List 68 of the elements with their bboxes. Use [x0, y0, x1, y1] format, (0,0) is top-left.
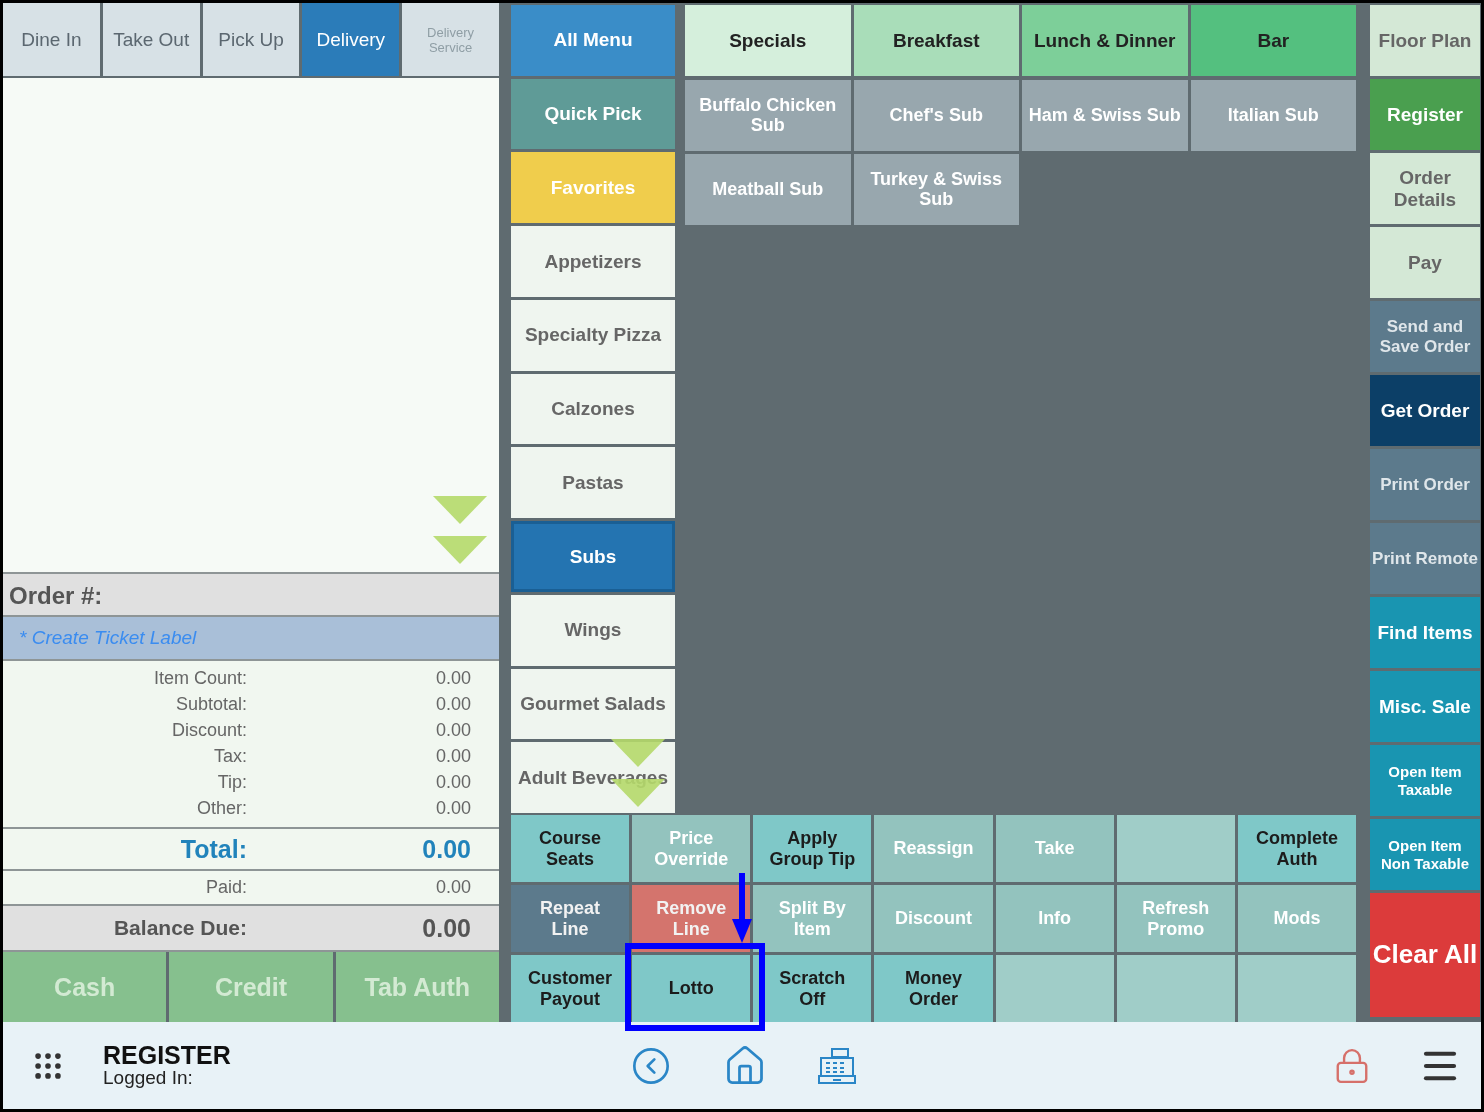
balance-value: 0.00: [422, 913, 471, 943]
side-button[interactable]: Clear All: [1370, 893, 1480, 1017]
side-button[interactable]: Find Items: [1370, 597, 1480, 668]
category-button[interactable]: Calzones: [511, 373, 675, 445]
category-button[interactable]: All Menu: [511, 5, 675, 76]
paid-value: 0.00: [435, 877, 471, 898]
annotation-arrow: [732, 873, 752, 943]
action-button[interactable]: Repeat Line: [511, 885, 630, 952]
side-button[interactable]: Order Details: [1370, 153, 1480, 224]
summary-label: Subtotal:: [175, 693, 247, 715]
action-button[interactable]: Money Order: [874, 955, 993, 1022]
order-type-tab[interactable]: Take Out: [102, 3, 200, 76]
summary-value: 0.00: [435, 797, 471, 819]
action-button[interactable]: Course Seats: [511, 815, 630, 882]
summary-value: 0.00: [435, 667, 471, 689]
screen-title: REGISTER: [103, 1042, 231, 1068]
action-button[interactable]: Apply Group Tip: [753, 815, 872, 882]
logged-in-label: Logged In:: [103, 1067, 194, 1089]
summary-label: Other:: [196, 797, 247, 819]
category-button[interactable]: Wings: [511, 594, 675, 666]
summary-label: Tip:: [217, 771, 247, 793]
scroll-down-icon: [433, 496, 487, 564]
cash-register-icon[interactable]: [816, 1045, 857, 1086]
side-button[interactable]: Open Item Non Taxable: [1370, 819, 1480, 890]
menu-group-tab[interactable]: Bar: [1190, 5, 1356, 76]
side-button[interactable]: Pay: [1370, 227, 1480, 298]
menu-item-button[interactable]: Meatball Sub: [685, 154, 851, 225]
total-label: Total:: [180, 834, 247, 864]
menu-item-button[interactable]: Ham & Swiss Sub: [1022, 80, 1188, 151]
summary-value: 0.00: [435, 771, 471, 793]
category-button[interactable]: Gourmet Salads: [511, 668, 675, 740]
category-button[interactable]: Pastas: [511, 447, 675, 519]
category-button[interactable]: Appetizers: [511, 226, 675, 297]
side-button[interactable]: Open Item Taxable: [1370, 745, 1480, 816]
menu-item-button[interactable]: Italian Sub: [1190, 80, 1356, 151]
balance-label: Balance Due:: [113, 916, 247, 940]
order-type-tab[interactable]: Dine In: [3, 3, 100, 76]
action-button[interactable]: Complete Auth: [1237, 815, 1356, 882]
menu-group-tab[interactable]: Lunch & Dinner: [1022, 5, 1188, 76]
side-button[interactable]: Floor Plan: [1370, 5, 1480, 76]
summary-value: 0.00: [435, 719, 471, 741]
summary-value: 0.00: [435, 745, 471, 767]
total-value: 0.00: [422, 834, 471, 864]
side-button[interactable]: Misc. Sale: [1370, 671, 1480, 742]
menu-item-button[interactable]: Turkey & Swiss Sub: [853, 154, 1019, 225]
category-button[interactable]: Specialty Pizza: [511, 299, 675, 371]
menu-group-tab[interactable]: Specials: [685, 5, 851, 76]
action-button[interactable]: Lotto: [632, 955, 751, 1022]
side-button[interactable]: Get Order: [1370, 375, 1480, 446]
order-type-tab[interactable]: Pick Up: [202, 3, 300, 76]
back-icon[interactable]: [630, 1045, 671, 1086]
paid-label: Paid:: [205, 877, 247, 898]
action-button[interactable]: Scratch Off: [753, 955, 872, 1022]
summary-label: Tax:: [214, 745, 247, 767]
side-button[interactable]: Register: [1370, 79, 1480, 150]
summary-value: 0.00: [435, 693, 471, 715]
side-button[interactable]: Print Order: [1370, 449, 1480, 520]
summary-label: Discount:: [171, 719, 247, 741]
menu-item-button[interactable]: Chef's Sub: [853, 80, 1019, 151]
summary-label: Item Count:: [153, 667, 247, 689]
menu-group-tab[interactable]: Breakfast: [853, 5, 1019, 76]
side-button[interactable]: Print Remote: [1370, 523, 1480, 594]
category-button[interactable]: Quick Pick: [511, 78, 675, 150]
order-number-label: Order #:: [3, 572, 499, 617]
category-button[interactable]: Subs: [511, 521, 675, 592]
menu-item-button[interactable]: Buffalo Chicken Sub: [685, 80, 851, 151]
side-button[interactable]: Send and Save Order: [1370, 301, 1480, 372]
order-type-tab[interactable]: Delivery: [302, 3, 400, 76]
